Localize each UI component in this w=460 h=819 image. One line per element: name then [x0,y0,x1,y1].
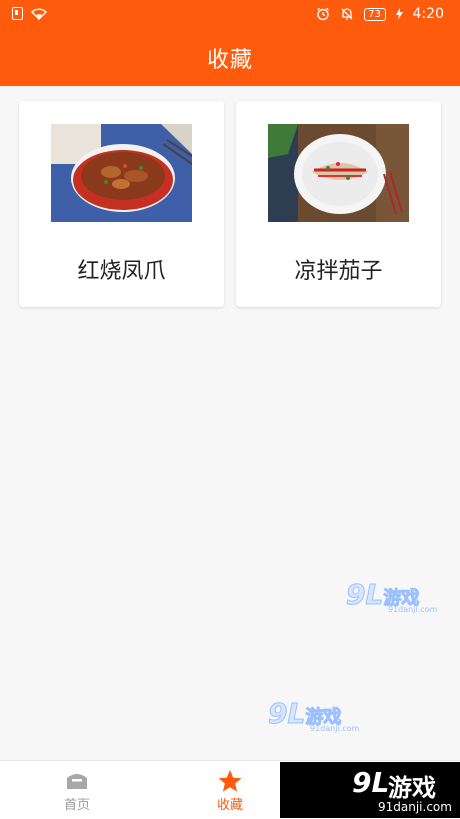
bell-off-icon [340,7,354,21]
charging-icon [395,8,403,20]
status-time: 4:20 [412,6,444,22]
recipe-title: 凉拌茄子 [294,259,383,284]
watermark-logo-text: 9L [352,766,390,799]
watermark-logo-text: 9L [345,578,384,612]
watermark-name: 游戏 [388,774,436,802]
watermark-logo: 9L游戏 91danji.com [345,578,438,615]
watermark-url: 91danji.com [388,605,438,614]
favorite-card[interactable]: 凉拌茄子 [236,101,441,307]
favorites-grid: 红烧凤爪 凉拌茄子 [19,101,442,308]
page-title: 收藏 [206,48,253,73]
watermark-logo: 9L游戏 91danji.com [267,697,360,734]
watermark-url: 91danji.com [378,800,452,814]
star-icon [217,769,243,797]
nav-label: 首页 [63,798,90,813]
recipe-photo [51,124,192,222]
wifi-icon [31,7,47,20]
watermark-corner: 9L 游戏 91danji.com [280,762,460,818]
favorite-card[interactable]: 红烧凤爪 [19,101,224,307]
home-icon [64,769,90,795]
app-header: 73 4:20 收藏 [0,0,460,86]
watermark-logo-text: 9L [267,697,306,731]
battery-icon: 73 [363,7,386,21]
nav-item-home[interactable]: 首页 [2,761,152,819]
alarm-icon [316,7,330,21]
recipe-photo [268,124,409,222]
recipe-title: 红烧凤爪 [77,259,166,284]
watermark-url: 91danji.com [310,724,360,733]
status-bar: 73 4:20 [0,0,460,30]
sim-icon [12,7,23,20]
